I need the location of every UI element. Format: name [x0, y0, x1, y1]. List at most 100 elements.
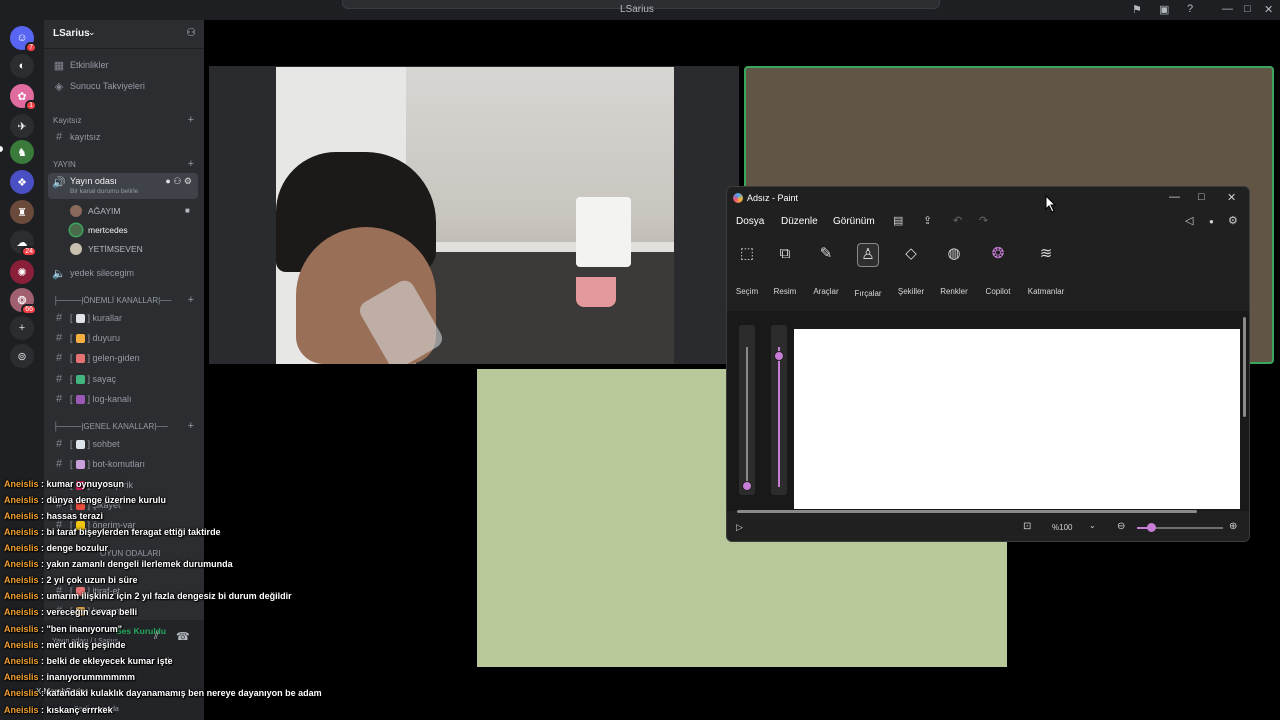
paint-logo-icon: [733, 193, 743, 203]
discover-icon[interactable]: ⊚: [10, 344, 34, 368]
tool-renkler[interactable]: ◍ Renkler: [934, 243, 974, 296]
server-icon[interactable]: ❖: [10, 170, 34, 194]
tool-resim[interactable]: ⧉ Resim: [765, 243, 805, 296]
add-channel-icon[interactable]: +: [188, 294, 194, 306]
invite-icon[interactable]: ⚇: [186, 26, 196, 39]
server-icon[interactable]: ✈: [10, 114, 34, 138]
channel-sohbet[interactable]: #[] sohbet: [48, 435, 198, 453]
voice-channel-yayin[interactable]: 🔊 Yayın odası Bir kanal durumu belirle ●…: [48, 173, 198, 199]
voice-user[interactable]: mertcedes: [70, 222, 128, 238]
zoom-in-icon[interactable]: ⊕: [1229, 521, 1237, 532]
add-server-icon[interactable]: +: [10, 316, 34, 340]
tool-araclar[interactable]: ✎ Araçlar: [806, 243, 846, 296]
chat-line: Aneislis : dünya denge üzerine kurulu: [4, 495, 167, 505]
voice-actions-icons[interactable]: ● ⚇ ⚙: [165, 176, 192, 187]
size-slider[interactable]: [739, 325, 755, 495]
server-icon[interactable]: ◐: [10, 54, 34, 78]
category-genel[interactable]: ├────|GENEL KANALLAR|──: [53, 422, 168, 431]
menu-gorunum[interactable]: Görünüm: [833, 216, 875, 227]
add-channel-icon[interactable]: +: [188, 114, 194, 126]
guild-header[interactable]: LSarius ⌄ ⚇: [44, 20, 204, 49]
channel-kayitsiz[interactable]: # kayıtsız: [48, 128, 198, 146]
share-icon[interactable]: ⇪: [923, 214, 932, 227]
save-icon[interactable]: ▤: [893, 214, 903, 227]
menu-duzenle[interactable]: Düzenle: [781, 216, 818, 227]
redo-icon[interactable]: ↷: [979, 214, 988, 227]
chat-username: Aneislis: [4, 688, 39, 698]
server-icon[interactable]: ☁ 24: [10, 230, 37, 257]
slider-knob[interactable]: [774, 351, 784, 361]
horizontal-scrollbar[interactable]: [737, 510, 1197, 513]
chat-message: "ben inanıyorum": [46, 624, 123, 634]
voice-channel-yedek[interactable]: 🔈 yedek silecegim: [48, 264, 198, 282]
zoom-value[interactable]: %100: [1052, 523, 1072, 532]
menu-dosya[interactable]: Dosya: [736, 216, 764, 227]
chat-line: Aneislis : kıskanç errrkek: [4, 705, 113, 715]
channel-sayac[interactable]: #[] sayaç: [48, 370, 198, 388]
tool-secim[interactable]: ⬚ Seçim: [727, 243, 767, 296]
video-tile-camera[interactable]: [209, 66, 739, 364]
category-oyun[interactable]: OYUN ODALARI: [100, 549, 160, 558]
channel-duyuru[interactable]: #[] duyuru: [48, 329, 198, 347]
minimize-icon[interactable]: —: [1222, 3, 1233, 15]
chat-message: kıskanç errrkek: [46, 705, 113, 715]
channel-log-kanali[interactable]: #[] log-kanalı: [48, 390, 198, 408]
minimize-icon[interactable]: —: [1169, 191, 1180, 203]
chat-line: Aneislis : inanıyorummmmmm: [4, 672, 136, 682]
server-icon[interactable]: ✺: [10, 260, 34, 284]
voice-status-label[interactable]: Bir kanal durumu belirle: [70, 188, 138, 195]
tool-katmanlar[interactable]: ≋ Katmanlar: [1026, 243, 1066, 296]
vertical-scrollbar[interactable]: [1243, 317, 1246, 417]
close-icon[interactable]: ✕: [1227, 191, 1236, 204]
server-icon[interactable]: ♜: [10, 200, 34, 224]
category-onemli[interactable]: ├────|ÖNEMLİ KANALLAR|──: [53, 296, 172, 305]
help-icon[interactable]: ?: [1187, 3, 1193, 15]
tool-sekiller[interactable]: ◇ Şekiller: [891, 243, 931, 296]
disconnect-icon[interactable]: ☎: [176, 630, 190, 643]
zoom-knob[interactable]: [1147, 523, 1156, 532]
zoom-out-icon[interactable]: ⊖: [1117, 521, 1125, 532]
events-item[interactable]: ▦ Etkinlikler: [48, 56, 198, 74]
home-button[interactable]: ☺ 7: [10, 26, 37, 53]
tool-copilot[interactable]: ❂ Copilot: [978, 243, 1018, 296]
screen-icon[interactable]: ▣: [1159, 3, 1169, 16]
chat-username: Aneislis: [4, 511, 39, 521]
server-icon-lsarius[interactable]: ♞: [10, 140, 34, 164]
settings-icon[interactable]: ⚙: [1228, 214, 1238, 227]
tools-icon: ✎: [819, 245, 833, 262]
noise-icon[interactable]: ⫽: [154, 630, 159, 643]
opacity-slider[interactable]: [771, 325, 787, 495]
add-channel-icon[interactable]: +: [188, 420, 194, 432]
undo-icon[interactable]: ↶: [953, 214, 962, 227]
channel-kurallar[interactable]: #[] kurallar: [48, 309, 198, 327]
maximize-icon[interactable]: □: [1244, 3, 1251, 15]
category-yayin[interactable]: YAYIN: [53, 160, 76, 169]
inbox-icon[interactable]: ⚑: [1132, 3, 1142, 16]
server-icon[interactable]: ❂ 66: [10, 288, 37, 315]
channel-gelen-giden[interactable]: #[] gelen-giden: [48, 349, 198, 367]
chat-line: Aneislis : mert dikiş peşinde: [4, 640, 126, 650]
drawing-canvas[interactable]: [794, 329, 1240, 509]
window-title: LSarius: [620, 4, 654, 15]
close-icon[interactable]: ✕: [1264, 3, 1273, 16]
tool-label: Renkler: [940, 287, 968, 296]
feedback-icon[interactable]: ◁: [1185, 214, 1193, 227]
guild-name: LSarius: [53, 28, 90, 39]
voice-user[interactable]: AĞAYIM: [70, 203, 120, 219]
fit-screen-icon[interactable]: ⊡: [1023, 521, 1031, 532]
chat-username: Aneislis: [4, 575, 39, 585]
add-channel-icon[interactable]: +: [188, 158, 194, 170]
boosts-item[interactable]: ◈ Sunucu Takviyeleri: [48, 77, 198, 95]
slider-knob[interactable]: [742, 481, 752, 491]
server-icon[interactable]: ✿ 1: [10, 84, 37, 111]
account-icon[interactable]: ●: [1209, 217, 1214, 226]
paint-statusbar: ▷ ⊡ %100 ⌄ ⊖ ⊕: [727, 514, 1249, 541]
voice-user[interactable]: YETİMSEVEN: [70, 241, 143, 257]
category-kayitsiz[interactable]: Kayıtsız: [53, 116, 81, 125]
tool-fircalar[interactable]: ♙ Fırçalar: [848, 243, 888, 298]
layers-icon: ≋: [1039, 245, 1053, 262]
zoom-slider[interactable]: [1137, 523, 1223, 532]
maximize-icon[interactable]: □: [1198, 191, 1205, 203]
chevron-down-icon[interactable]: ⌄: [1089, 521, 1096, 530]
channel-bot-komutlari[interactable]: #[] bot-komutları: [48, 455, 198, 473]
